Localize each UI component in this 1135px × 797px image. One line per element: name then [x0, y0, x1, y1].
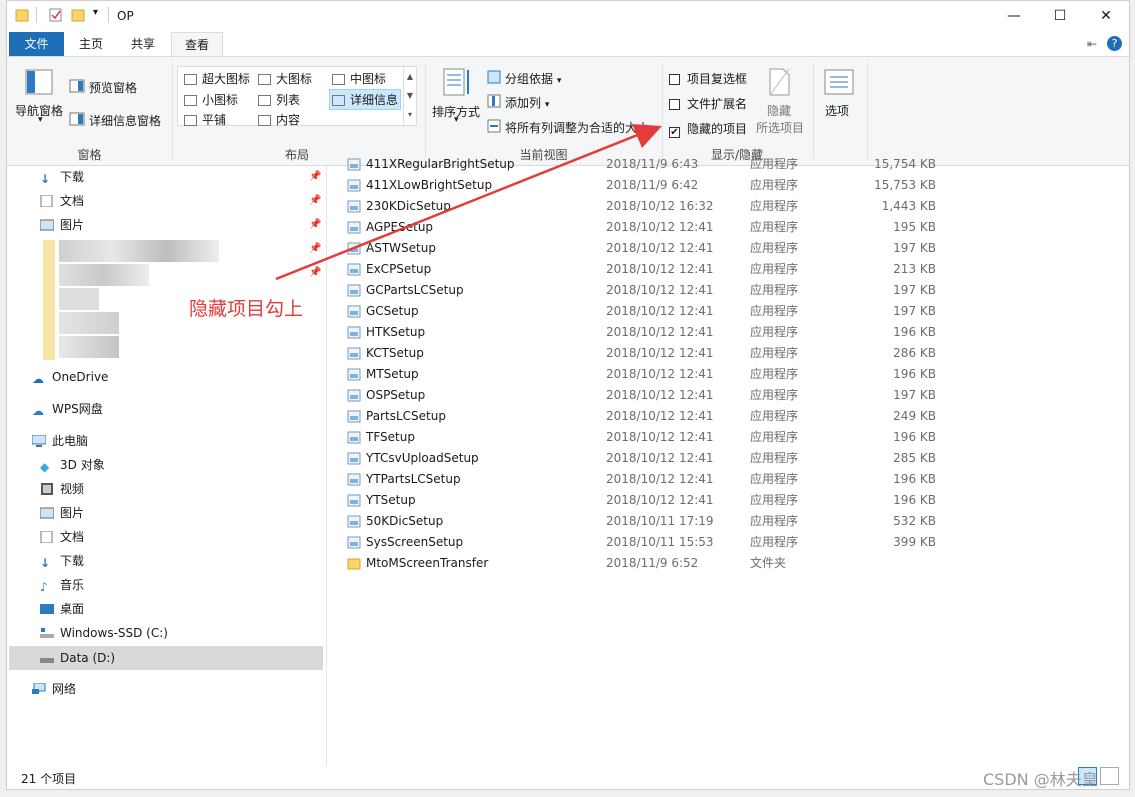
annotation-arrow	[275, 124, 662, 281]
watermark: CSDN @林夫皇	[983, 770, 1098, 789]
annotation-text: 隐藏项目勾上	[189, 298, 304, 320]
